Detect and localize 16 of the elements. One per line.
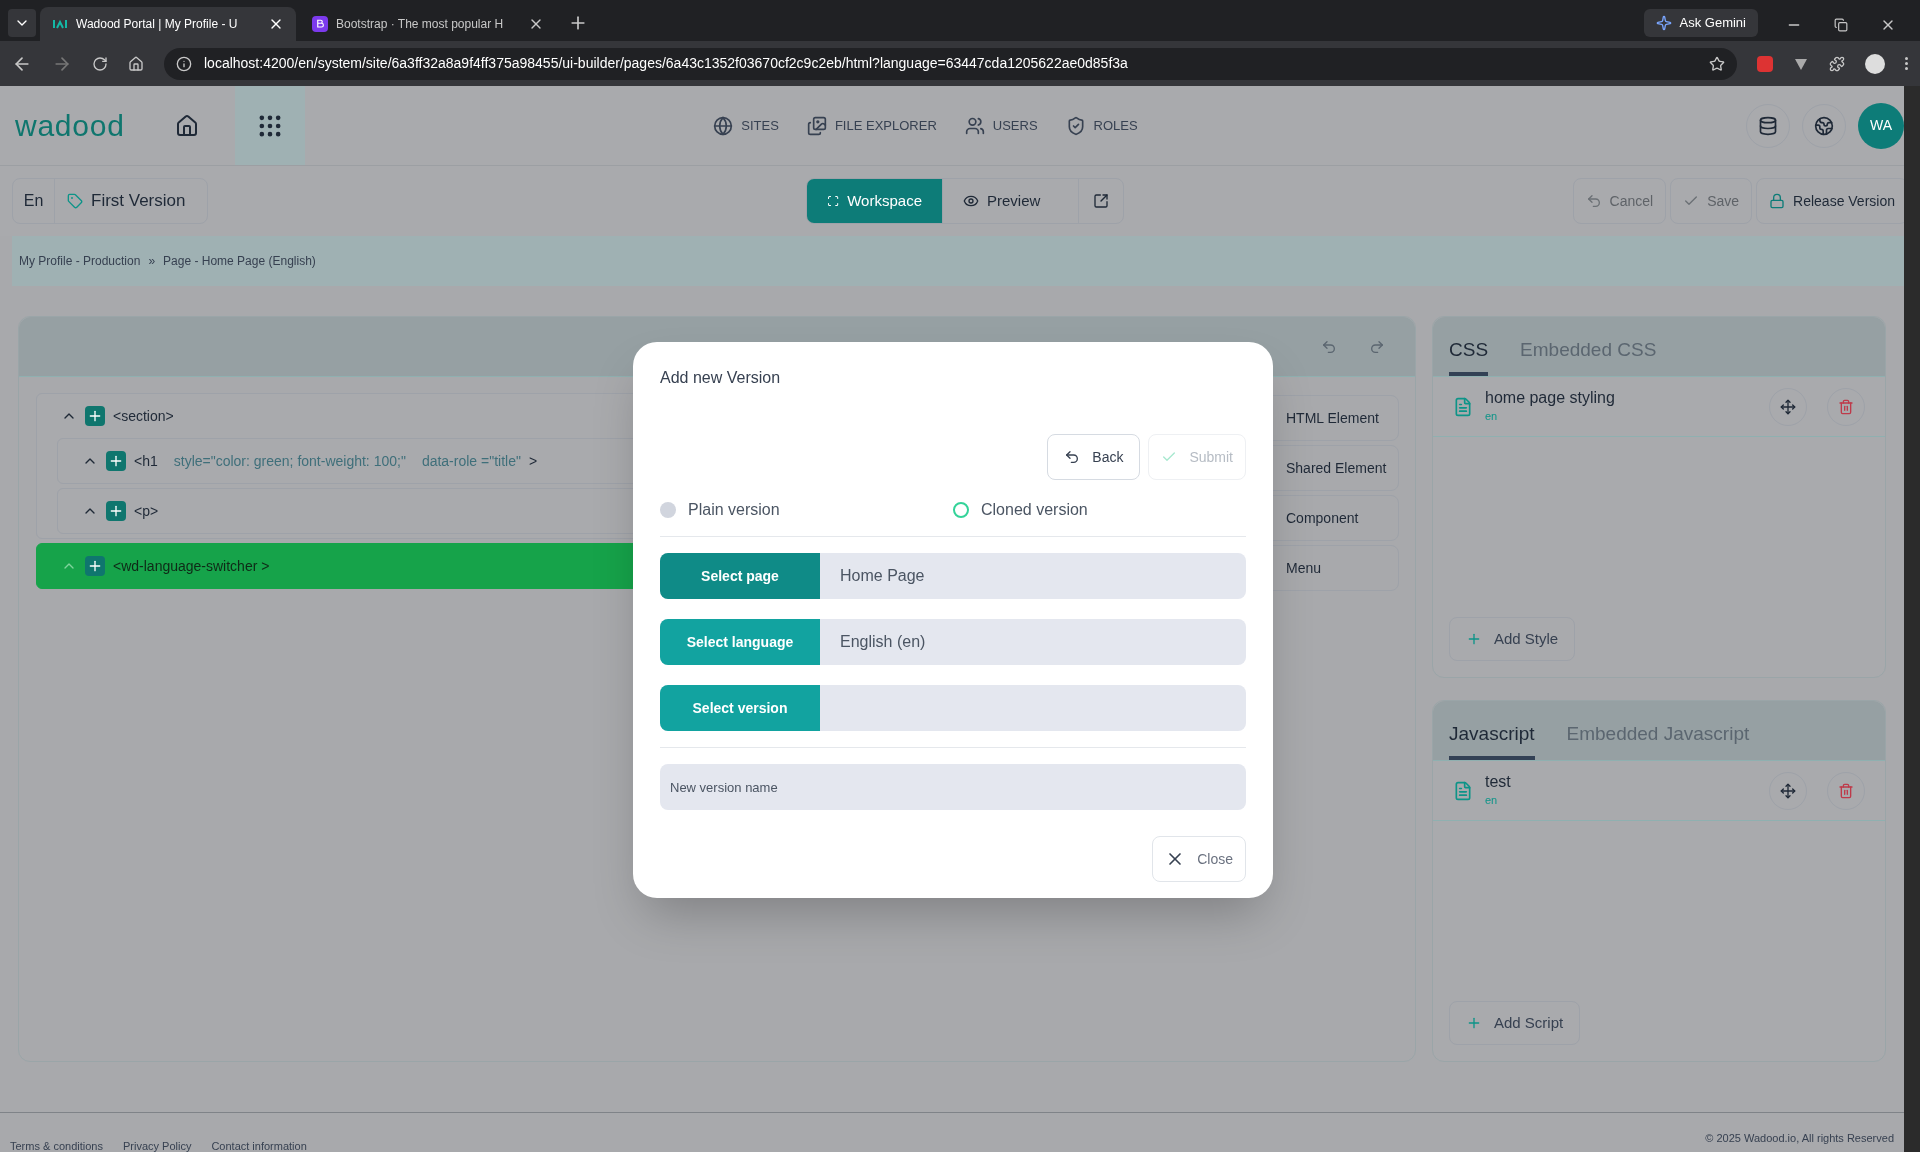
element-tag: <h1 — [134, 450, 158, 472]
language-code: en — [1485, 793, 1499, 809]
element-tag: <p> — [134, 500, 159, 522]
tab-title: Bootstrap · The most popular H — [336, 16, 505, 33]
selected-value: Home Page — [839, 566, 926, 586]
element-tag: <section> — [113, 405, 174, 427]
element-tag: <wd-language-switcher > — [113, 555, 270, 577]
attribute-text: data-role ="title" — [421, 451, 521, 471]
language-code: en — [1485, 409, 1499, 425]
element-tag: > — [528, 450, 538, 472]
attribute-text: style="color: green; font-weight: 100;" — [173, 451, 406, 471]
breadcrumb-separator: » — [148, 253, 156, 270]
copyright-text: © 2025 Wadood.io, All rights Reserved — [1705, 1130, 1894, 1146]
modal-title: Add new Version — [660, 368, 782, 388]
selected-value: English (en) — [839, 632, 927, 652]
tab-title: Wadood Portal | My Profile - U — [76, 16, 239, 33]
